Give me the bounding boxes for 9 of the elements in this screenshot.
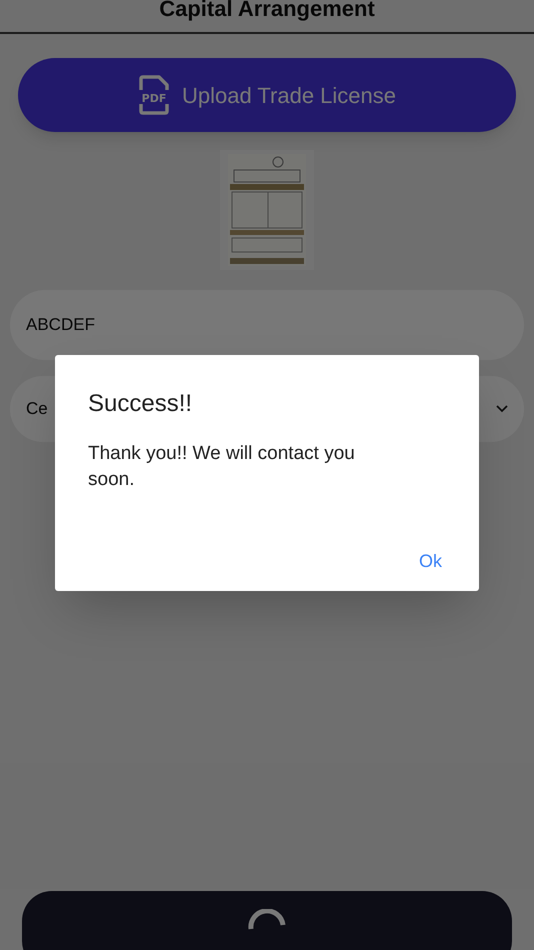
dialog-message: Thank you!! We will contact you soon. xyxy=(88,442,356,492)
loading-spinner-icon xyxy=(247,909,287,931)
page-title: Capital Arrangement xyxy=(159,0,375,20)
ok-button[interactable]: Ok xyxy=(414,548,446,575)
submit-button[interactable] xyxy=(22,891,512,950)
chevron-down-icon xyxy=(496,405,508,413)
dialog-title: Success!! xyxy=(88,389,194,419)
text-field[interactable]: ABCDEF xyxy=(10,290,524,360)
upload-button[interactable]: PDF Upload Trade License xyxy=(18,58,516,132)
